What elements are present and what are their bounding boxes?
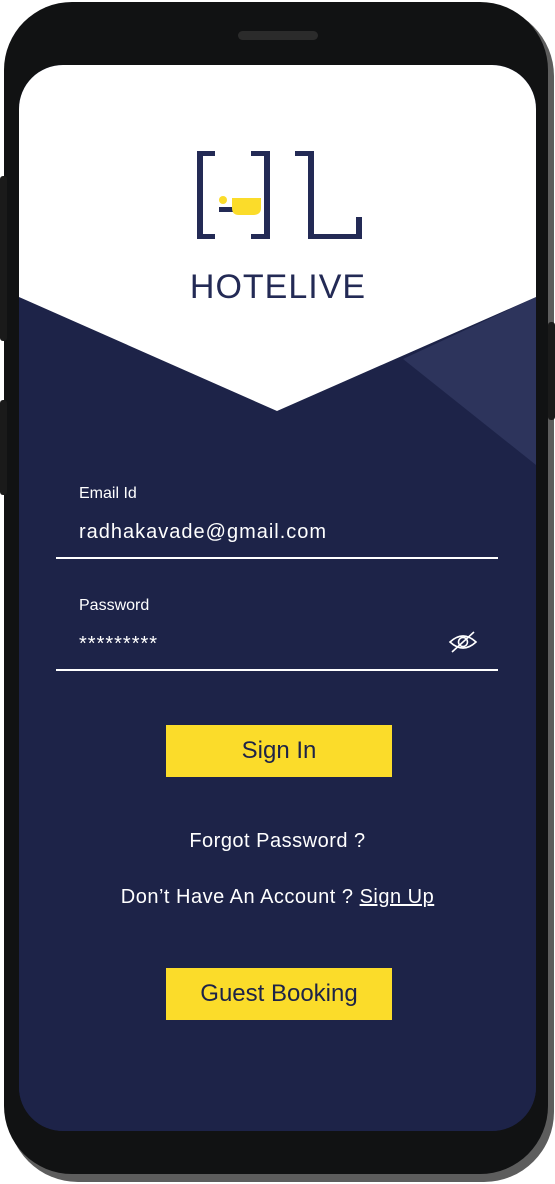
power-button: [548, 322, 555, 420]
email-underline: [56, 557, 498, 559]
volume-up-button: [0, 176, 7, 341]
sign-up-link[interactable]: Sign Up: [360, 886, 435, 908]
login-screen: HOTELIVE Email Id Password Sign In Forgo…: [19, 65, 536, 1131]
earpiece-speaker: [238, 31, 318, 40]
no-account-text: Don’t Have An Account ?: [120, 886, 354, 908]
forgot-password-link[interactable]: Forgot Password ?: [19, 830, 536, 853]
email-field[interactable]: [79, 521, 459, 544]
sign-in-button[interactable]: Sign In: [166, 725, 392, 777]
volume-down-button: [0, 400, 7, 495]
email-label: Email Id: [79, 485, 137, 502]
password-underline: [56, 669, 498, 671]
password-label: Password: [79, 597, 150, 614]
password-field[interactable]: [79, 633, 419, 656]
eye-off-icon[interactable]: [447, 630, 479, 654]
guest-booking-button[interactable]: Guest Booking: [166, 968, 392, 1020]
sign-up-prompt: Don’t Have An Account ? Sign Up: [19, 886, 536, 909]
brand-name: HOTELIVE: [189, 268, 367, 306]
